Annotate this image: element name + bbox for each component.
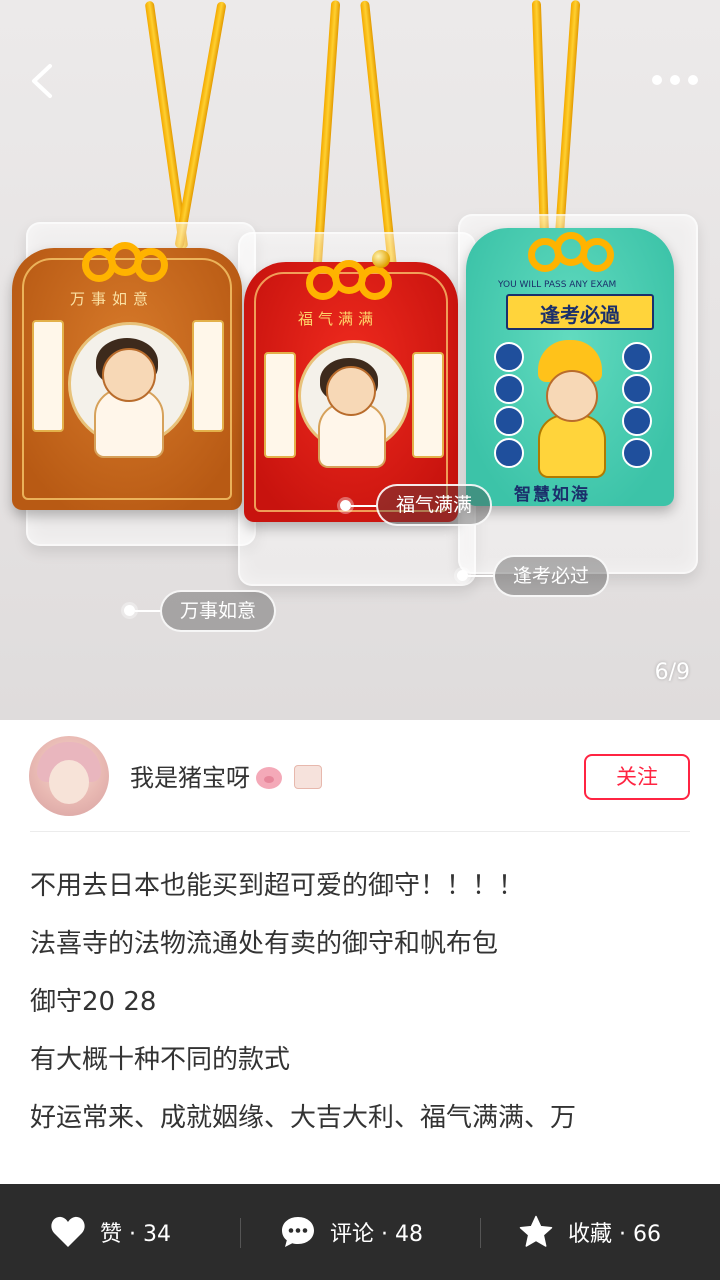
amulet-top-text: 万事如意 <box>70 290 155 308</box>
image-counter: 6/9 <box>654 660 690 685</box>
collect-label: 收藏 · 66 <box>568 1222 661 1247</box>
chinese-knot <box>528 232 614 274</box>
amulet-side-label <box>192 320 224 432</box>
like-label: 赞 · 34 <box>100 1222 171 1247</box>
guanyin-face <box>326 366 376 416</box>
tag-anchor-dot <box>457 570 468 581</box>
bar-separator <box>480 1218 481 1248</box>
back-button[interactable] <box>22 58 68 104</box>
avatar[interactable] <box>29 736 109 816</box>
pig-emoji-icon <box>256 767 282 789</box>
more-dots-icon <box>652 75 662 85</box>
guanyin-figure <box>538 414 606 478</box>
amulet-side-dot <box>622 374 652 404</box>
amulet-side-label <box>32 320 64 432</box>
content-paragraph: 有大概十种不同的款式 <box>30 1045 291 1075</box>
photo-tag-fuqi[interactable]: 福气满满 <box>376 484 493 526</box>
badge-icon <box>294 765 322 789</box>
author-name-row[interactable]: 我是猪宝呀 <box>130 758 322 793</box>
cord <box>554 0 581 241</box>
amulet-small-text: YOU WILL PASS ANY EXAM <box>498 280 617 290</box>
more-dots-icon <box>688 75 698 85</box>
collect-button[interactable]: 收藏 · 66 <box>518 1184 661 1280</box>
amulet-side-dot <box>494 406 524 436</box>
tag-anchor-dot <box>340 500 351 511</box>
bottom-action-bar: 赞 · 34 评论 · 48 收藏 · 66 <box>0 1184 720 1280</box>
author-name: 我是猪宝呀 <box>130 764 250 792</box>
tag-connector <box>468 575 494 577</box>
like-button[interactable]: 赞 · 34 <box>50 1184 171 1280</box>
tag-connector <box>135 610 161 612</box>
star-icon <box>519 1215 553 1247</box>
guanyin-face <box>546 370 598 422</box>
content-paragraph: 不用去日本也能买到超可爱的御守！！！！ <box>30 871 525 901</box>
bell <box>372 250 390 268</box>
amulet-side-label <box>412 352 444 458</box>
amulet-side-dot <box>622 438 652 468</box>
content-paragraph: 御守20 28 <box>30 987 157 1017</box>
author-row: 我是猪宝呀 关注 <box>0 720 720 832</box>
amulet-side-dot <box>622 342 652 372</box>
amulet-banner-text: 逢考必過 <box>540 303 620 327</box>
heart-icon <box>51 1216 85 1247</box>
amulet-banner: 逢考必過 <box>506 294 654 330</box>
cord <box>531 0 550 241</box>
cord <box>312 0 341 268</box>
cord <box>360 0 397 268</box>
tag-connector <box>351 505 377 507</box>
comment-button[interactable]: 评论 · 48 <box>280 1184 423 1280</box>
more-button[interactable] <box>650 60 700 100</box>
bar-separator <box>240 1218 241 1248</box>
guanyin-face <box>102 348 156 402</box>
cord <box>174 1 227 249</box>
content-paragraph: 法喜寺的法物流通处有卖的御守和帆布包 <box>30 929 499 959</box>
amulet-side-label <box>264 352 296 458</box>
comment-label: 评论 · 48 <box>330 1222 423 1247</box>
post-content: 不用去日本也能买到超可爱的御守！！！！ 法喜寺的法物流通处有卖的御守和帆布包 御… <box>30 866 690 1156</box>
divider <box>30 831 690 832</box>
orange-amulet: 万事如意 <box>12 248 242 510</box>
amulet-side-dot <box>622 406 652 436</box>
more-dots-icon <box>670 75 680 85</box>
photo-tag-fengkao[interactable]: 逢考必过 <box>493 555 610 597</box>
photo-tag-wanshi[interactable]: 万事如意 <box>160 590 277 632</box>
amulet-side-dot <box>494 374 524 404</box>
chevron-left-icon <box>32 64 52 98</box>
amulet-side-dot <box>494 342 524 372</box>
follow-button[interactable]: 关注 <box>584 754 690 800</box>
chinese-knot <box>82 242 168 284</box>
amulet-side-dot <box>494 438 524 468</box>
amulet-top-text: 福气满满 <box>298 310 379 328</box>
comment-icon <box>282 1217 314 1247</box>
content-paragraph: 好运常来、成就姻缘、大吉大利、福气满满、万 <box>30 1103 577 1133</box>
tag-anchor-dot <box>124 605 135 616</box>
amulet-bottom-text: 智慧如海 <box>514 485 590 505</box>
post-photo[interactable]: 万事如意 福气满满 YOU WILL PASS ANY EXAM 逢考必過 智慧… <box>0 0 720 720</box>
